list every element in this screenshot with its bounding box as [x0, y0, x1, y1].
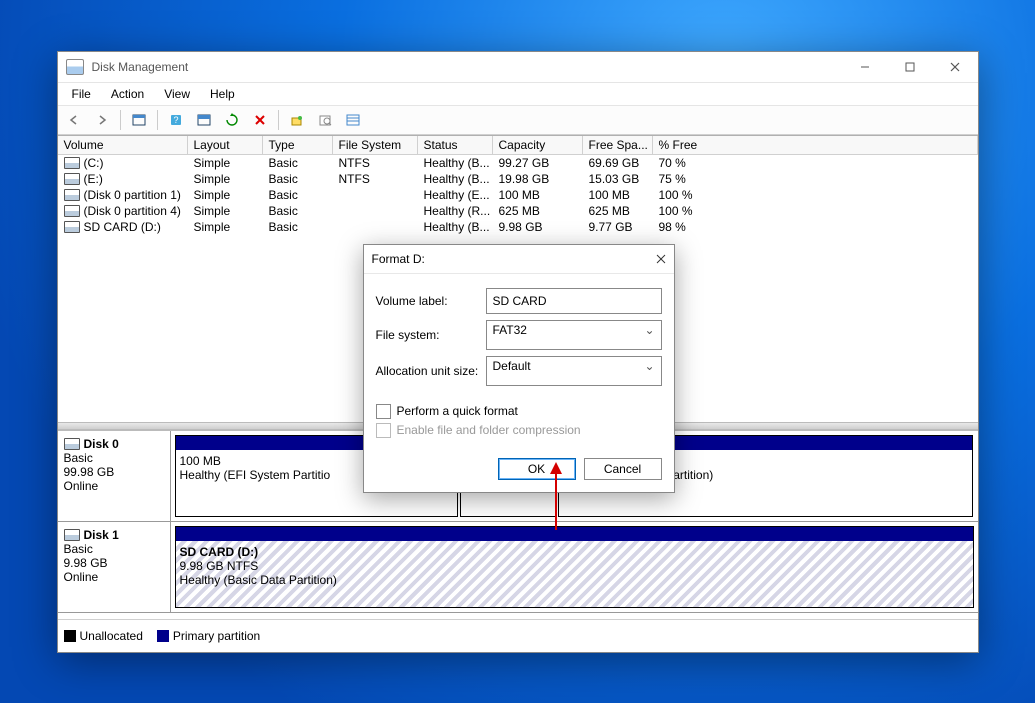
disk-management-window: Disk Management File Action View Help ? … — [57, 51, 979, 653]
toolbar: ? — [58, 106, 978, 135]
col-type[interactable]: Type — [263, 136, 333, 154]
volume-icon — [64, 189, 80, 201]
menu-action[interactable]: Action — [103, 85, 152, 103]
col-fs[interactable]: File System — [333, 136, 418, 154]
col-capacity[interactable]: Capacity — [493, 136, 583, 154]
volume-icon — [64, 221, 80, 233]
table-row[interactable]: (E:)SimpleBasicNTFSHealthy (B...19.98 GB… — [58, 171, 978, 187]
maximize-button[interactable] — [888, 52, 933, 82]
minimize-button[interactable] — [843, 52, 888, 82]
table-row[interactable]: (C:)SimpleBasicNTFSHealthy (B...99.27 GB… — [58, 155, 978, 171]
menubar: File Action View Help — [58, 83, 978, 106]
legend-primary: Primary partition — [173, 629, 260, 643]
ok-button[interactable]: OK — [498, 458, 576, 480]
delete-button[interactable] — [248, 108, 272, 132]
checkbox-quick-format[interactable] — [376, 404, 391, 419]
volumes-header: Volume Layout Type File System Status Ca… — [58, 136, 978, 155]
col-pct[interactable]: % Free — [653, 136, 978, 154]
legend-unallocated: Unallocated — [80, 629, 143, 643]
label-compression: Enable file and folder compression — [397, 423, 581, 437]
disk-row: Disk 1Basic9.98 GBOnlineSD CARD (D:)9.98… — [58, 522, 978, 613]
select-allocation-unit[interactable]: Default — [486, 356, 662, 386]
col-status[interactable]: Status — [418, 136, 493, 154]
close-button[interactable] — [933, 52, 978, 82]
col-volume[interactable]: Volume — [58, 136, 188, 154]
menu-help[interactable]: Help — [202, 85, 243, 103]
label-fs: File system: — [376, 328, 486, 342]
menu-view[interactable]: View — [156, 85, 198, 103]
help-button[interactable]: ? — [164, 108, 188, 132]
show-hide-tree-button[interactable] — [127, 108, 151, 132]
view-top-button[interactable] — [192, 108, 216, 132]
col-layout[interactable]: Layout — [188, 136, 263, 154]
svg-text:?: ? — [173, 115, 178, 125]
label-aus: Allocation unit size: — [376, 364, 486, 378]
dialog-close-icon[interactable] — [656, 254, 666, 264]
table-row[interactable]: SD CARD (D:)SimpleBasicHealthy (B...9.98… — [58, 219, 978, 235]
window-title: Disk Management — [92, 60, 189, 74]
properties-button[interactable] — [313, 108, 337, 132]
format-dialog: Format D: Volume label: File system: FAT… — [363, 244, 675, 493]
checkbox-compression — [376, 423, 391, 438]
forward-button[interactable] — [90, 108, 114, 132]
label-quick-format: Perform a quick format — [397, 404, 518, 418]
select-file-system[interactable]: FAT32 — [486, 320, 662, 350]
titlebar: Disk Management — [58, 52, 978, 83]
list-view-button[interactable] — [341, 108, 365, 132]
volumes-body: (C:)SimpleBasicNTFSHealthy (B...99.27 GB… — [58, 155, 978, 235]
rescan-button[interactable] — [285, 108, 309, 132]
table-row[interactable]: (Disk 0 partition 1)SimpleBasicHealthy (… — [58, 187, 978, 203]
disk-icon — [64, 438, 80, 450]
back-button[interactable] — [62, 108, 86, 132]
dialog-title: Format D: — [372, 252, 425, 266]
label-volume: Volume label: — [376, 294, 486, 308]
volume-icon — [64, 173, 80, 185]
volume-icon — [64, 157, 80, 169]
disk-label: Disk 1Basic9.98 GBOnline — [58, 522, 171, 612]
disk-label: Disk 0Basic99.98 GBOnline — [58, 431, 171, 521]
col-free[interactable]: Free Spa... — [583, 136, 653, 154]
app-icon — [66, 59, 84, 75]
refresh-button[interactable] — [220, 108, 244, 132]
cancel-button[interactable]: Cancel — [584, 458, 662, 480]
disk-icon — [64, 529, 80, 541]
menu-file[interactable]: File — [64, 85, 99, 103]
volumes-table: Volume Layout Type File System Status Ca… — [58, 135, 978, 235]
table-row[interactable]: (Disk 0 partition 4)SimpleBasicHealthy (… — [58, 203, 978, 219]
partition[interactable]: SD CARD (D:)9.98 GB NTFSHealthy (Basic D… — [175, 526, 974, 608]
volume-icon — [64, 205, 80, 217]
input-volume-label[interactable] — [486, 288, 662, 314]
legend: Unallocated Primary partition — [58, 619, 978, 652]
